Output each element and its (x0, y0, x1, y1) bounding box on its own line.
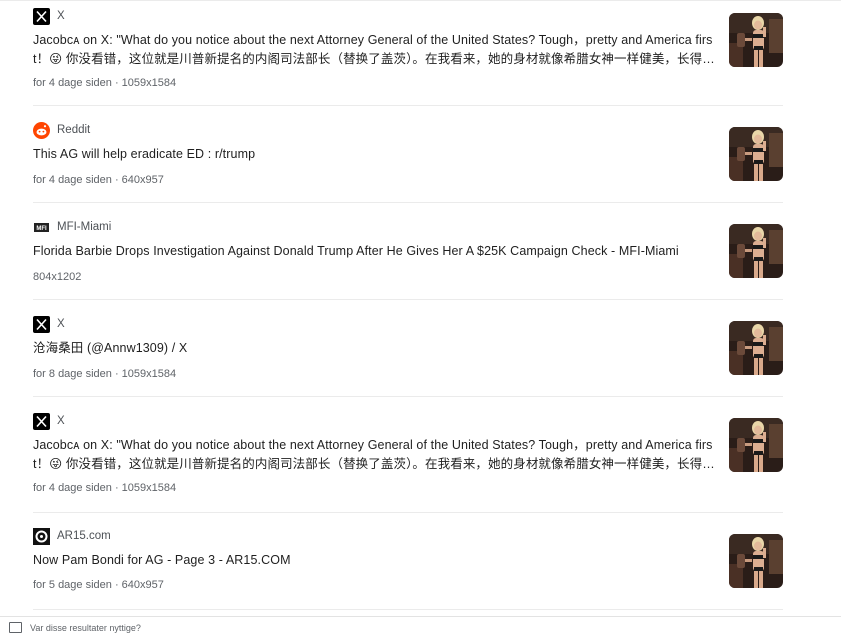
feedback-bar[interactable]: Var disse resultater nyttige? (0, 616, 841, 638)
feedback-text[interactable]: Var disse resultater nyttige? (30, 623, 141, 633)
source-name: Reddit (57, 124, 91, 136)
result-source[interactable]: X (33, 7, 65, 25)
source-name: MFI-Miami (57, 221, 112, 233)
result-thumbnail[interactable] (729, 224, 783, 278)
result-meta: for 4 dage siden · 1059x1584 (33, 482, 177, 494)
feedback-icon (9, 622, 22, 633)
top-divider (0, 0, 841, 1)
result-thumbnail[interactable] (729, 127, 783, 181)
reddit-logo-icon (33, 121, 50, 139)
result-source[interactable]: AR15.com (33, 527, 111, 545)
result-meta: for 4 dage siden · 640x957 (33, 174, 164, 186)
result-source[interactable]: MFI MFI-Miami (33, 218, 111, 236)
result-title-link[interactable]: Jacobᴄᴀ on X: "What do you notice about … (33, 31, 715, 69)
divider (33, 396, 783, 397)
x-logo-icon (33, 7, 50, 25)
result-thumbnail[interactable] (729, 418, 783, 472)
result-source[interactable]: X (33, 315, 65, 333)
result-item[interactable]: X Jacobᴄᴀ on X: "What do you notice abou… (33, 412, 783, 502)
result-item[interactable]: X Jacobᴄᴀ on X: "What do you notice abou… (33, 7, 783, 97)
divider (33, 609, 783, 610)
source-name: X (57, 318, 65, 330)
result-title-link[interactable]: This AG will help eradicate ED : r/trump (33, 145, 715, 164)
divider (33, 202, 783, 203)
ar15-logo-icon (33, 527, 50, 545)
result-source[interactable]: Reddit (33, 121, 90, 139)
result-meta: for 5 dage siden · 640x957 (33, 579, 164, 591)
result-meta: 804x1202 (33, 271, 82, 283)
source-name: AR15.com (57, 530, 111, 542)
result-meta: for 4 dage siden · 1059x1584 (33, 77, 177, 89)
source-name: X (57, 10, 65, 22)
result-thumbnail[interactable] (729, 13, 783, 67)
result-title-link[interactable]: 沧海桑田 (@Annw1309) / X (33, 339, 715, 358)
result-item[interactable]: MFI MFI-Miami Florida Barbie Drops Inves… (33, 218, 783, 288)
result-title-link[interactable]: Florida Barbie Drops Investigation Again… (33, 242, 715, 261)
result-title-link[interactable]: Now Pam Bondi for AG - Page 3 - AR15.COM (33, 551, 715, 570)
divider (33, 105, 783, 106)
result-item[interactable]: X 沧海桑田 (@Annw1309) / X for 8 dage siden … (33, 315, 783, 385)
result-source[interactable]: X (33, 412, 65, 430)
result-meta: for 8 dage siden · 1059x1584 (33, 368, 177, 380)
source-name: X (57, 415, 65, 427)
result-thumbnail[interactable] (729, 534, 783, 588)
result-item[interactable]: AR15.com Now Pam Bondi for AG - Page 3 -… (33, 527, 783, 597)
mfi-miami-logo-icon: MFI (33, 218, 50, 236)
result-item[interactable]: Reddit This AG will help eradicate ED : … (33, 121, 783, 191)
x-logo-icon (33, 412, 50, 430)
divider (33, 299, 783, 300)
result-thumbnail[interactable] (729, 321, 783, 375)
result-title-link[interactable]: Jacobᴄᴀ on X: "What do you notice about … (33, 436, 715, 474)
x-logo-icon (33, 315, 50, 333)
divider (33, 512, 783, 513)
svg-text:MFI: MFI (36, 226, 47, 232)
